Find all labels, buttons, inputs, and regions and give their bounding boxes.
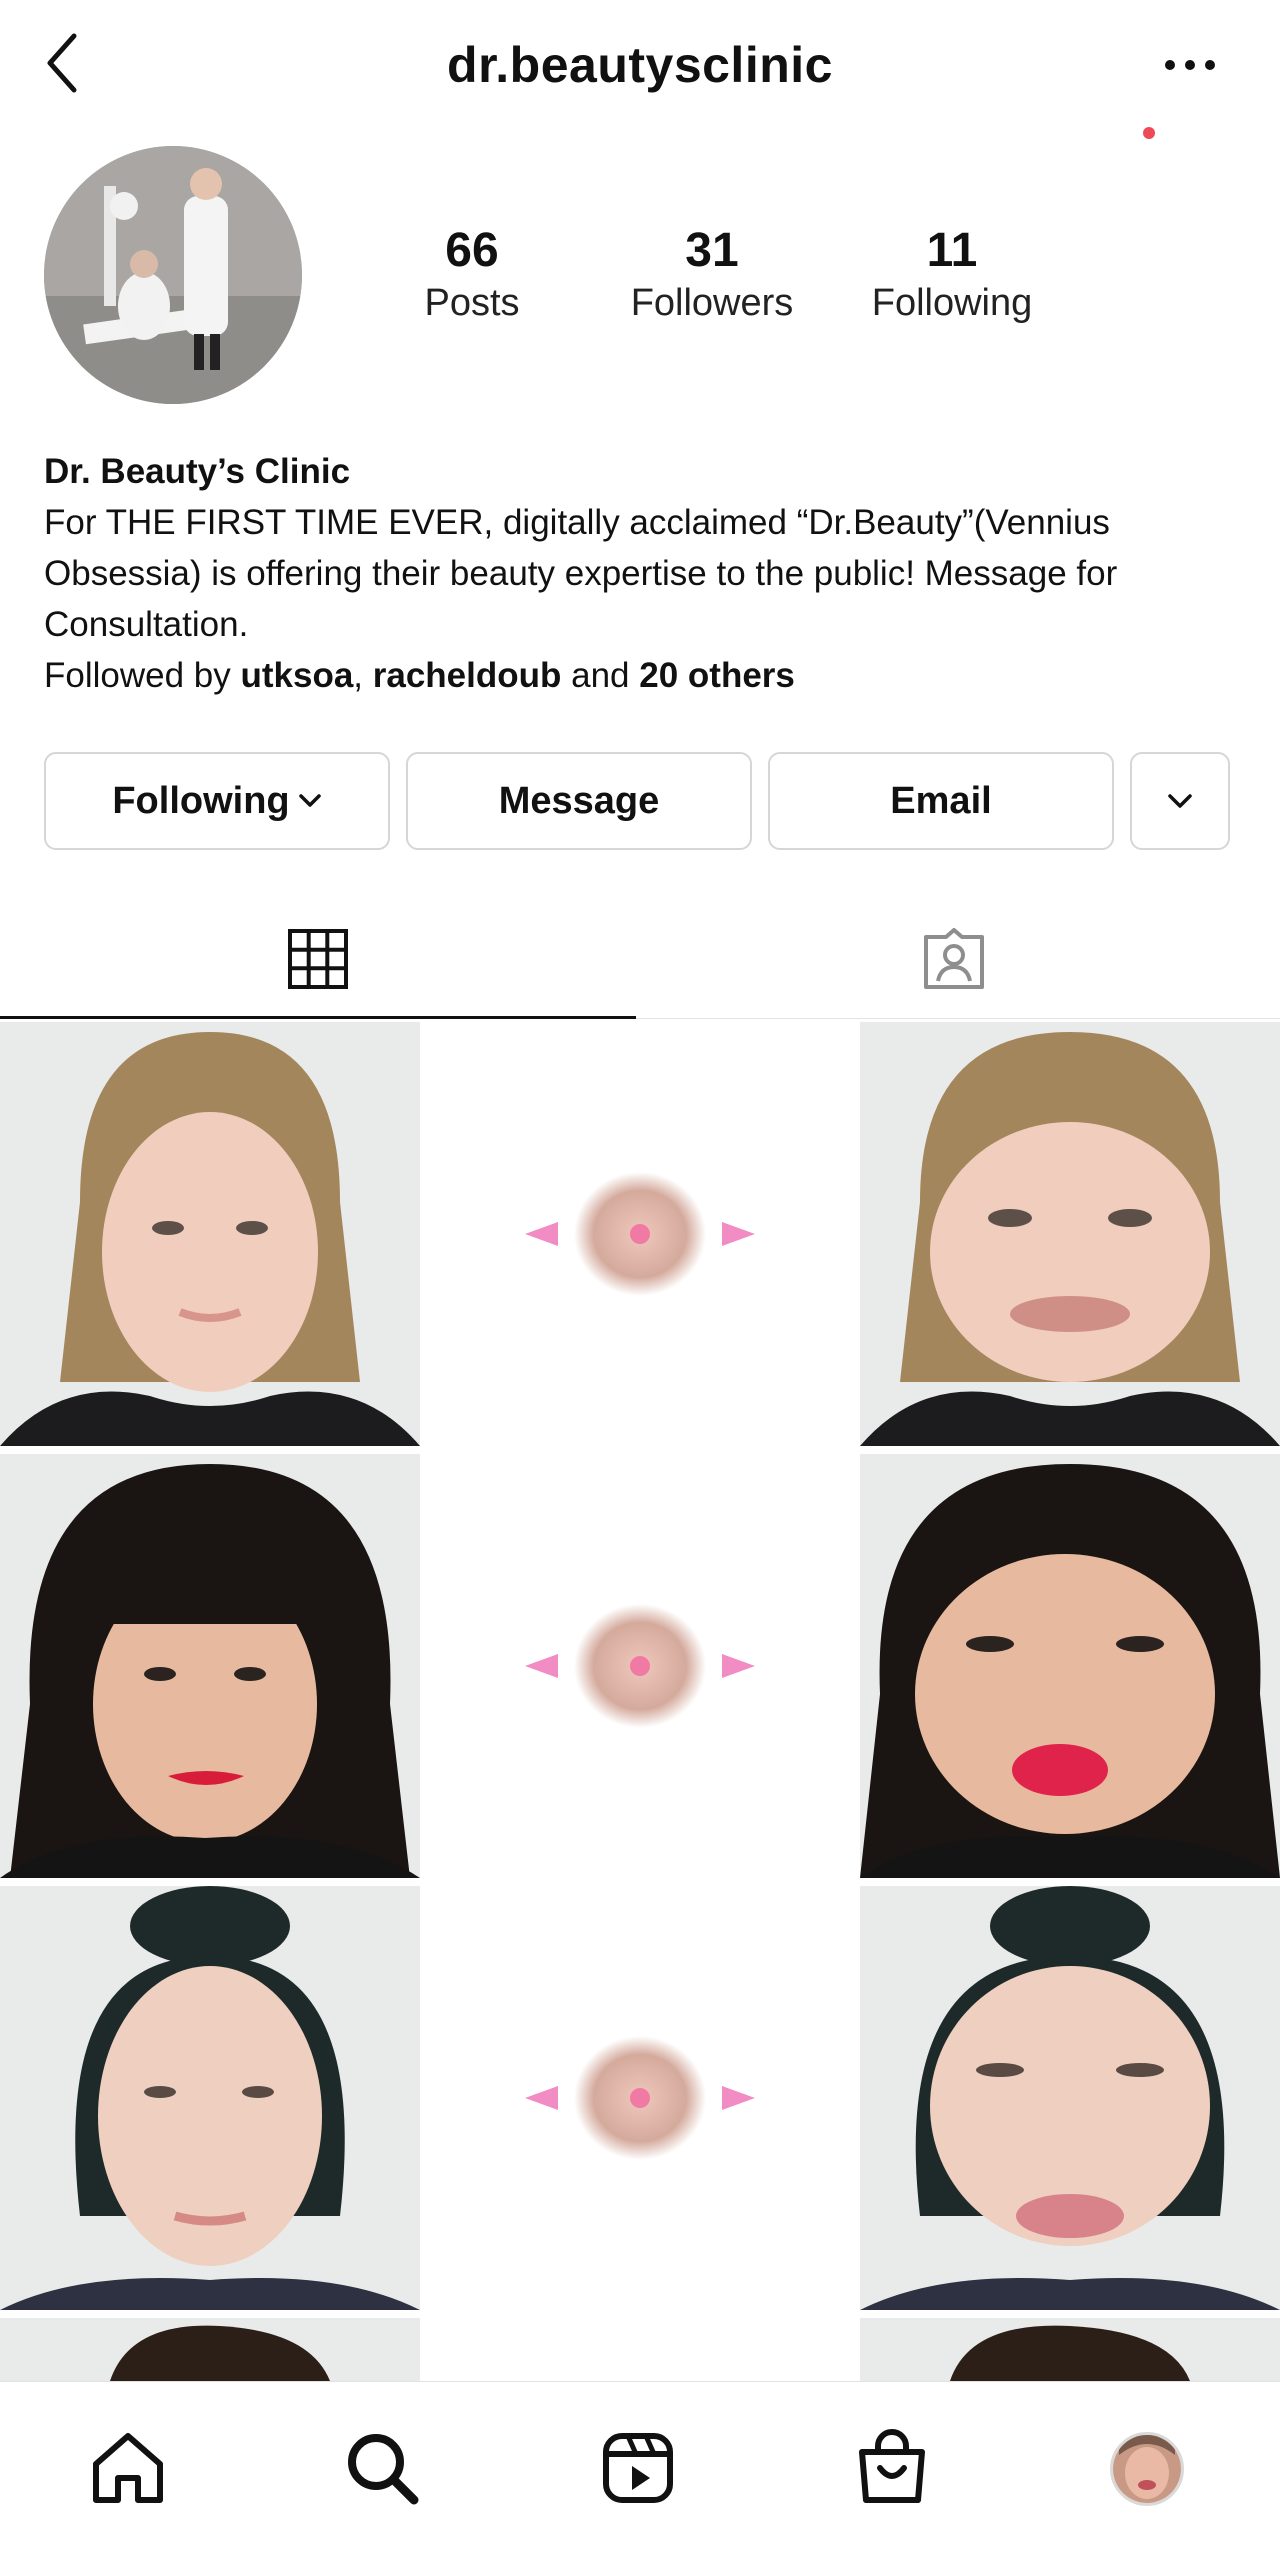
posts-count[interactable]: 66 Posts	[362, 222, 582, 326]
post-thumbnail[interactable]	[860, 1886, 1280, 2310]
followed-by[interactable]: Followed by utksoa, racheldoub and 20 ot…	[44, 650, 1244, 701]
message-button-label: Message	[498, 779, 660, 822]
profile-avatar[interactable]	[44, 146, 302, 404]
reels-icon[interactable]	[598, 2428, 678, 2508]
avatar-photo	[1113, 2435, 1181, 2503]
display-name: Dr. Beauty’s Clinic	[44, 452, 351, 491]
and-text: and	[561, 656, 640, 695]
profile-username: dr.beautysclinic	[447, 37, 833, 93]
separator: ,	[353, 656, 373, 695]
shop-icon[interactable]	[852, 2428, 932, 2508]
post-thumbnail[interactable]	[0, 1022, 420, 1446]
follower-name[interactable]: racheldoub	[373, 656, 562, 695]
others-count[interactable]: 20 others	[639, 656, 795, 695]
search-icon[interactable]	[342, 2428, 422, 2508]
avatar-photo	[44, 146, 302, 404]
tagged-icon	[924, 928, 984, 989]
post-thumbnail[interactable]	[430, 1022, 850, 1446]
following-button[interactable]: Following	[44, 752, 390, 850]
following-button-label: Following	[112, 779, 290, 822]
chevron-down-icon	[298, 794, 321, 807]
posts-value: 66	[445, 224, 499, 277]
email-button-label: Email	[890, 779, 992, 822]
bio-line: Consultation.	[44, 605, 249, 644]
chevron-down-icon	[1168, 794, 1192, 808]
followers-label: Followers	[630, 282, 794, 324]
post-thumbnail[interactable]	[430, 1454, 850, 1878]
bottom-navigation	[0, 2381, 1280, 2570]
post-thumbnail[interactable]	[430, 1886, 850, 2310]
tab-posts-grid[interactable]	[0, 900, 636, 1018]
profile-tab-avatar[interactable]	[1110, 2432, 1184, 2506]
notification-dot	[1143, 127, 1155, 139]
grid-icon	[288, 929, 348, 989]
message-button[interactable]: Message	[406, 752, 752, 850]
posts-label: Posts	[424, 282, 520, 324]
profile-bio: Dr. Beauty’s Clinic For THE FIRST TIME E…	[44, 446, 1244, 701]
tab-tagged[interactable]	[636, 900, 1272, 1018]
post-thumbnail[interactable]	[860, 1022, 1280, 1446]
post-thumbnail[interactable]	[0, 1886, 420, 2310]
bio-line: Obsessia) is offering their beauty exper…	[44, 554, 1118, 593]
followed-by-prefix: Followed by	[44, 656, 241, 695]
email-button[interactable]: Email	[768, 752, 1114, 850]
post-thumbnail[interactable]	[860, 2318, 1280, 2381]
suggested-dropdown-button[interactable]	[1130, 752, 1230, 850]
following-value: 11	[926, 224, 978, 277]
following-label: Following	[871, 282, 1033, 324]
follower-name[interactable]: utksoa	[240, 656, 353, 695]
bio-line: For THE FIRST TIME EVER, digitally accla…	[44, 503, 1110, 542]
home-icon[interactable]	[88, 2428, 168, 2508]
post-thumbnail[interactable]	[0, 1454, 420, 1878]
ellipsis-icon[interactable]	[1160, 50, 1220, 80]
active-tab-indicator	[0, 1016, 636, 1019]
post-thumbnail[interactable]	[0, 2318, 420, 2381]
post-thumbnail[interactable]	[860, 1454, 1280, 1878]
followers-value: 31	[685, 224, 739, 277]
followers-count[interactable]: 31 Followers	[602, 222, 822, 326]
following-count[interactable]: 11 Following	[842, 222, 1062, 326]
top-bar: dr.beautysclinic	[0, 0, 1280, 130]
